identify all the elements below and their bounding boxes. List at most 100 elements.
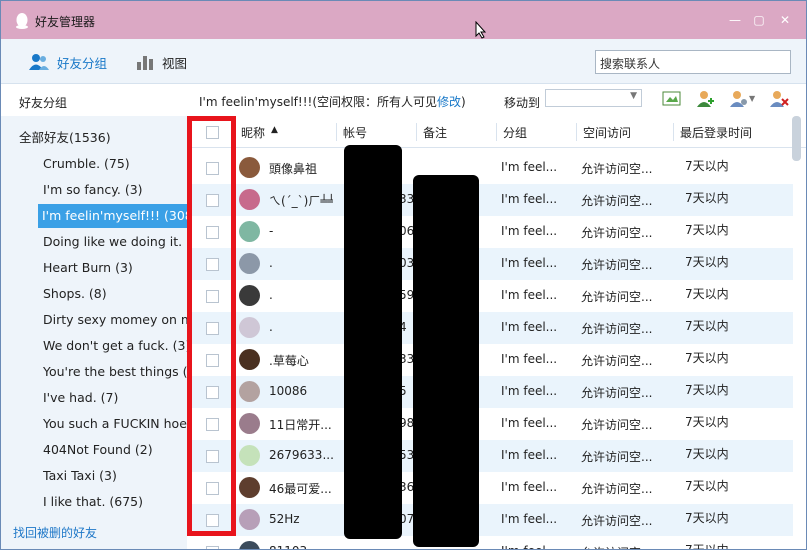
avatar xyxy=(239,317,260,338)
group-sidebar: 全部好友(1536) Crumble. (75) I'm so fancy. (3… xyxy=(1,116,187,549)
cell-group: I'm feel... xyxy=(501,320,558,334)
close-button[interactable]: ✕ xyxy=(775,11,795,29)
sidebar-item-all-friends[interactable]: 全部好友(1536) xyxy=(19,126,187,150)
table-row[interactable]: ㄟ(ˊ_ˋ)ㄏ╧╧233I'm feel...允许访问空...7天以内 xyxy=(187,184,793,216)
table-row[interactable]: .74I'm feel...允许访问空...7天以内 xyxy=(187,312,793,344)
col-header-group[interactable]: 分组 xyxy=(503,124,527,141)
maximize-button[interactable]: ▢ xyxy=(749,11,769,29)
avatar xyxy=(239,509,260,530)
sidebar-group-item[interactable]: Doing like we doing it. ( xyxy=(43,230,187,254)
sidebar-group-item[interactable]: I've had. (7) xyxy=(43,386,187,410)
col-header-account[interactable]: 帐号 xyxy=(343,124,367,141)
vertical-scrollbar[interactable] xyxy=(792,116,801,161)
table-row[interactable]: 52Hz307I'm feel...允许访问空...7天以内 xyxy=(187,504,793,536)
tab-friend-groups[interactable]: 好友分组 xyxy=(29,52,107,72)
send-message-icon[interactable] xyxy=(662,90,682,108)
tab-friend-groups-label: 好友分组 xyxy=(57,55,108,71)
cell-nickname: . xyxy=(269,320,273,334)
sidebar-group-item[interactable]: I'm so fancy. (3) xyxy=(43,178,187,202)
table-row[interactable]: 11日常开...198I'm feel...允许访问空...7天以内 xyxy=(187,408,793,440)
group-title: I'm feelin'myself!!!(空间权限：所有人可见 xyxy=(199,95,438,109)
col-header-last-login[interactable]: 最后登录时间 xyxy=(680,124,752,141)
bar-chart-icon xyxy=(137,56,153,70)
manage-friend-icon[interactable] xyxy=(729,90,749,108)
col-header-space-access[interactable]: 空间访问 xyxy=(583,124,631,141)
cell-last-login: 7天以内 xyxy=(685,223,729,237)
cell-nickname: 46最可爱... xyxy=(269,482,332,496)
modify-link[interactable]: 修改 xyxy=(437,95,461,109)
cell-nickname: 11日常开... xyxy=(269,418,332,432)
sidebar-group-item[interactable]: I'm feelin'myself!!! (308) xyxy=(38,204,187,228)
cell-last-login: 7天以内 xyxy=(685,351,729,365)
manage-dropdown-icon[interactable]: ▼ xyxy=(749,94,755,103)
table-row[interactable]: -206I'm feel...允许访问空...7天以内 xyxy=(187,216,793,248)
window-title: 好友管理器 xyxy=(35,15,96,29)
cell-group: I'm feel... xyxy=(501,352,558,366)
add-friend-icon[interactable] xyxy=(695,90,715,108)
cell-nickname: .草莓心 xyxy=(269,354,309,368)
table-row[interactable]: .草莓心233I'm feel...允许访问空...7天以内 xyxy=(187,344,793,376)
cell-last-login: 7天以内 xyxy=(685,191,729,205)
redaction-mask-account xyxy=(344,145,402,539)
cell-space-access: 允许访问空... xyxy=(581,418,653,432)
table-row[interactable]: 1008625I'm feel...允许访问空...7天以内 xyxy=(187,376,793,408)
cell-group: I'm feel... xyxy=(501,288,558,302)
sidebar-group-item[interactable]: Taxi Taxi (3) xyxy=(43,464,187,488)
cell-nickname: 81103... xyxy=(269,544,319,549)
avatar xyxy=(239,189,260,210)
sidebar-group-item[interactable]: You such a FUCKIN hoe xyxy=(43,412,187,436)
sidebar-group-item[interactable]: I like that. (675) xyxy=(43,490,187,514)
sidebar-group-item[interactable]: Shops. (8) xyxy=(43,282,187,306)
table-row[interactable]: .359I'm feel...允许访问空...7天以内 xyxy=(187,280,793,312)
cell-nickname: 52Hz xyxy=(269,512,300,526)
title-bar[interactable]: 好友管理器 — ▢ ✕ xyxy=(1,1,806,39)
cell-group: I'm feel... xyxy=(501,544,557,549)
sidebar-group-item[interactable]: Dirty sexy momey on m xyxy=(43,308,187,332)
row-checkbox[interactable] xyxy=(206,546,219,549)
sidebar-group-item[interactable]: Heart Burn (3) xyxy=(43,256,187,280)
move-to-select[interactable]: ▼ xyxy=(545,89,642,107)
sort-asc-icon: ▲ xyxy=(271,125,278,135)
table-row[interactable]: 頭像鼻祖 I'm feel... 允许访问空... 7天以内 xyxy=(187,152,793,184)
search-input[interactable]: 搜索联系人 xyxy=(595,50,791,74)
tab-view[interactable]: 视图 xyxy=(136,52,187,72)
cell-group: I'm feel... xyxy=(501,480,558,494)
avatar xyxy=(239,541,260,549)
friend-table: 昵称 ▲ 帐号 备注 分组 空间访问 最后登录时间 頭像鼻祖 I'm feel..… xyxy=(187,116,806,549)
sidebar-group-item[interactable]: We don't get a fuck. (3) xyxy=(43,334,187,358)
cell-space-access: 允许访问空... xyxy=(581,354,653,368)
col-header-nickname[interactable]: 昵称 xyxy=(241,124,265,141)
cell-group: I'm feel... xyxy=(501,448,558,462)
cell-nickname: - xyxy=(269,224,274,238)
avatar xyxy=(239,285,260,306)
chevron-down-icon: ▼ xyxy=(630,91,637,101)
recover-deleted-friends-link[interactable]: 找回被删的好友 xyxy=(13,524,97,541)
sidebar-group-item[interactable]: 404Not Found (2) xyxy=(43,438,187,462)
move-to-label: 移动到 xyxy=(504,96,541,110)
sidebar-group-item[interactable]: You're the best things ( xyxy=(43,360,187,384)
minimize-button[interactable]: — xyxy=(725,11,745,29)
toolbar: 好友分组 视图 搜索联系人 xyxy=(1,39,806,84)
group-info-close: ) xyxy=(461,95,466,109)
table-header: 昵称 ▲ 帐号 备注 分组 空间访问 最后登录时间 xyxy=(187,116,806,148)
cell-nickname: 2679633... xyxy=(269,448,333,462)
table-row[interactable]: 2679633...253I'm feel...允许访问空...7天以内 xyxy=(187,440,793,472)
cell-group: I'm feel... xyxy=(501,224,558,238)
table-row[interactable]: .103I'm feel...允许访问空...7天以内 xyxy=(187,248,793,280)
sidebar-group-item[interactable]: Crumble. (75) xyxy=(43,152,187,176)
col-header-remark[interactable]: 备注 xyxy=(423,124,447,141)
avatar xyxy=(239,157,260,178)
friends-icon xyxy=(29,54,49,70)
cell-space-access: 允许访问空... xyxy=(581,258,653,272)
cell-group: I'm feel... xyxy=(501,384,558,398)
cell-last-login: 7天以内 xyxy=(685,447,729,461)
table-row[interactable]: 46最可爱...236I'm feel...允许访问空...7天以内 xyxy=(187,472,793,504)
delete-friend-icon[interactable] xyxy=(769,90,789,108)
groups-heading: 好友分组 xyxy=(19,96,68,110)
table-row[interactable]: 81103... I'm feel... 允许访问空... 7天以内 xyxy=(187,536,793,549)
qq-penguin-icon xyxy=(16,13,28,29)
action-bar: 好友分组 I'm feelin'myself!!!(空间权限：所有人可见修改) … xyxy=(1,84,806,116)
cell-space-access: 允许访问空... xyxy=(581,482,653,496)
cell-last-login: 7天以内 xyxy=(685,415,729,429)
cell-nickname: . xyxy=(269,288,273,302)
